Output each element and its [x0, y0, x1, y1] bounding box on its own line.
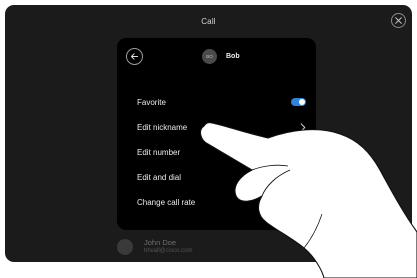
menu-item-label: Edit nickname — [137, 122, 188, 132]
screen-title: Call — [201, 17, 216, 26]
menu-item-label: Edit number — [137, 147, 181, 157]
background-contact-name: John Doe — [144, 238, 177, 247]
contact-options-panel: BO Bob Favorite Edit nickname Edit numbe… — [117, 38, 316, 230]
background-contact-email: hhvall@cisco.com — [144, 248, 193, 254]
arrow-left-icon — [130, 53, 139, 60]
contact-header: BO Bob — [202, 49, 240, 64]
menu-item-edit-nickname[interactable]: Edit nickname — [137, 119, 306, 135]
device-screen: Call John Doe hhvall@cisco.com BO Bob Fa… — [5, 5, 412, 262]
background-contact-avatar — [117, 238, 133, 255]
contact-name: Bob — [226, 53, 240, 60]
avatar: BO — [202, 49, 217, 64]
menu-item-favorite[interactable]: Favorite — [137, 94, 306, 110]
menu-item-label: Favorite — [137, 97, 166, 107]
close-icon — [395, 17, 402, 24]
back-button[interactable] — [126, 48, 143, 65]
menu-item-edit-number[interactable]: Edit number — [137, 144, 306, 160]
menu-item-edit-and-dial[interactable]: Edit and dial — [137, 169, 306, 185]
menu-item-label: Edit and dial — [137, 172, 182, 182]
favorite-toggle[interactable] — [291, 98, 306, 106]
menu-item-label: Change call rate — [137, 197, 196, 207]
chevron-right-icon — [300, 122, 306, 132]
menu-item-change-call-rate[interactable]: Change call rate — [137, 194, 306, 210]
close-button[interactable] — [391, 13, 406, 28]
chevron-right-icon — [300, 147, 306, 157]
background-contact-row[interactable]: John Doe hhvall@cisco.com — [117, 238, 192, 255]
